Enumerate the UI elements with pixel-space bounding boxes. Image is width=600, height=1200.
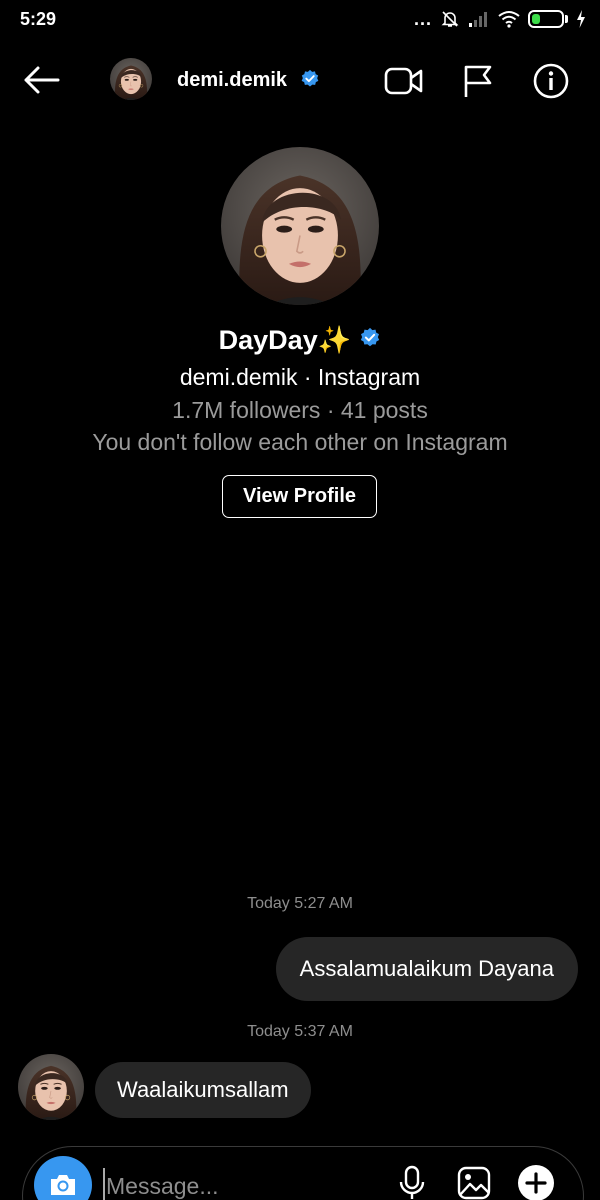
profile-stats: 1.7M followers · 41 posts xyxy=(172,397,428,423)
video-call-icon xyxy=(384,67,423,95)
battery-icon: 27 xyxy=(528,10,564,28)
info-icon xyxy=(533,63,569,99)
bell-muted-icon xyxy=(440,9,460,29)
chat-header: demi.demik xyxy=(0,50,600,110)
incoming-message-bubble[interactable]: Waalaikumsallam xyxy=(95,1062,311,1118)
profile-avatar[interactable] xyxy=(221,147,379,305)
profile-display-name: DayDay✨ xyxy=(218,325,352,355)
back-arrow-icon xyxy=(24,66,60,94)
profile-name-row: DayDay✨ xyxy=(0,324,600,356)
battery-cap xyxy=(565,15,568,23)
header-avatar[interactable] xyxy=(110,58,152,100)
cell-signal-icon xyxy=(468,11,490,27)
flag-icon xyxy=(464,65,492,97)
plus-icon xyxy=(518,1165,554,1200)
more-notifications-icon: ... xyxy=(413,9,432,29)
video-call-button[interactable] xyxy=(384,62,424,100)
status-icons: ... 27 xyxy=(414,8,586,30)
battery-level xyxy=(532,14,540,24)
battery-percent: 27 xyxy=(539,13,553,25)
wifi-icon xyxy=(498,10,520,28)
microphone-icon xyxy=(399,1165,425,1199)
message-input[interactable] xyxy=(106,1168,376,1200)
verified-badge-icon xyxy=(359,327,381,354)
gallery-icon xyxy=(457,1166,491,1200)
follow-status-note: You don't follow each other on Instagram xyxy=(92,429,508,455)
info-button[interactable] xyxy=(531,62,571,100)
more-options-button[interactable] xyxy=(516,1163,556,1200)
sender-avatar[interactable] xyxy=(18,1054,84,1120)
verified-badge-icon xyxy=(300,69,320,94)
gallery-button[interactable] xyxy=(454,1163,494,1200)
charging-icon xyxy=(576,10,586,28)
camera-icon xyxy=(51,1175,75,1195)
text-caret xyxy=(103,1168,105,1200)
status-bar: 5:29 ... 27 xyxy=(0,0,600,40)
view-profile-button[interactable]: View Profile xyxy=(222,475,377,518)
back-button[interactable] xyxy=(22,62,62,98)
report-button[interactable] xyxy=(458,62,498,100)
outgoing-message-bubble[interactable]: Assalamualaikum Dayana xyxy=(275,937,578,1001)
voice-message-button[interactable] xyxy=(392,1163,432,1200)
header-username[interactable]: demi.demik xyxy=(177,69,287,92)
profile-handle: demi.demik · Instagram xyxy=(179,364,421,390)
message-timestamp: Today 5:27 AM xyxy=(247,895,353,912)
status-time: 5:29 xyxy=(20,9,57,29)
message-timestamp: Today 5:37 AM xyxy=(247,1023,353,1040)
